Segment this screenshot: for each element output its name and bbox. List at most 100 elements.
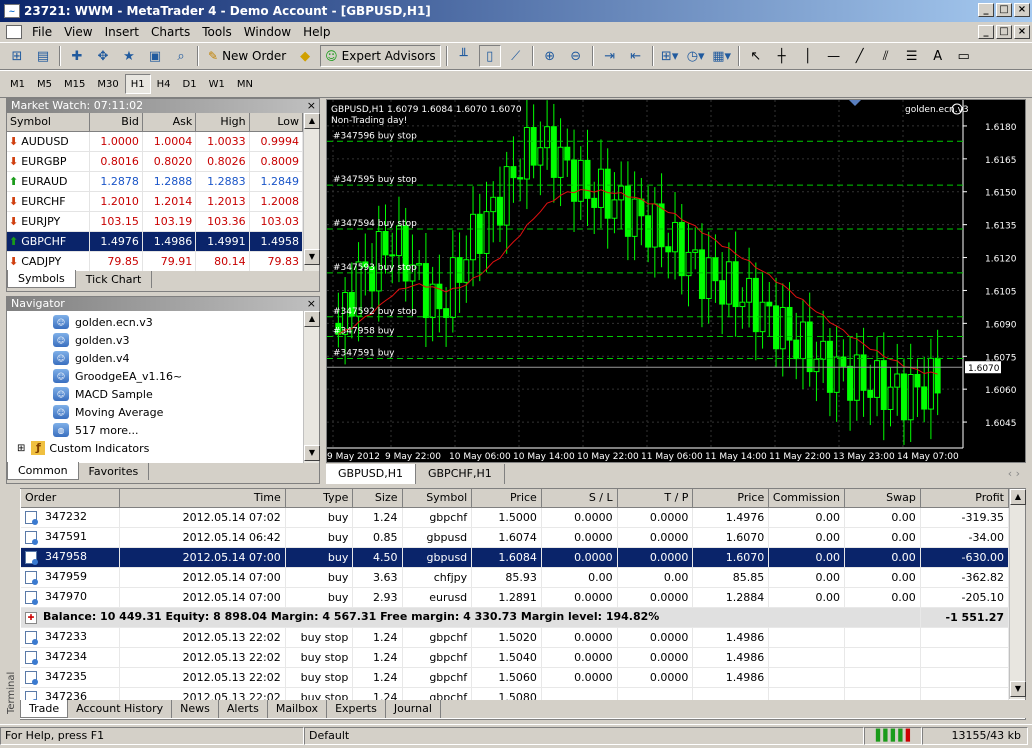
trade-row[interactable]: 347232 2012.05.14 07:02 buy 1.24 gbpchf 1.500… xyxy=(21,507,1010,528)
tab-scroll-arrows-icon[interactable]: ‹ › xyxy=(1002,464,1026,484)
tab-chart-gbpusd[interactable]: GBPUSD,H1 xyxy=(326,464,416,484)
tab-journal[interactable]: Journal xyxy=(386,700,441,718)
market-watch-row[interactable]: ⬇ EURCHF 1.2010 1.2014 1.2013 1.2008 xyxy=(7,191,304,212)
market-watch-scrollbar[interactable]: ▲ ▼ xyxy=(303,113,320,271)
tab-favorites[interactable]: Favorites xyxy=(79,463,150,480)
menu-window[interactable]: Window xyxy=(238,25,297,39)
trade-row[interactable]: 347959 2012.05.14 07:00 buy 3.63 chfjpy 85.93… xyxy=(21,567,1010,588)
column-header[interactable]: Size xyxy=(352,489,403,508)
metaeditor-icon[interactable]: ◆ xyxy=(294,45,316,67)
timeframe-m15[interactable]: M15 xyxy=(58,74,91,94)
navigator-item[interactable]: ☺ Moving Average xyxy=(7,403,303,421)
column-header[interactable]: Low xyxy=(249,113,304,132)
expert-advisors-button[interactable]: ☺ Expert Advisors xyxy=(320,45,441,67)
column-header[interactable]: Profit xyxy=(920,489,1010,508)
tab-common[interactable]: Common xyxy=(7,462,79,480)
navigator-icon[interactable]: ★ xyxy=(118,45,140,67)
terminal-icon[interactable]: ▣ xyxy=(144,45,166,67)
tab-mailbox[interactable]: Mailbox xyxy=(268,700,328,718)
timeframe-d1[interactable]: D1 xyxy=(177,74,203,94)
column-header[interactable]: Price xyxy=(692,489,770,508)
navigator-item[interactable]: ☺ golden.v3 xyxy=(7,331,303,349)
navigator-item[interactable]: ☺ MACD Sample xyxy=(7,385,303,403)
menu-insert[interactable]: Insert xyxy=(99,25,145,39)
trendline-icon[interactable]: ╱ xyxy=(849,45,871,67)
navigator-custom-indicators[interactable]: ⊞ ƒ Custom Indicators xyxy=(7,439,303,457)
trade-row[interactable]: 347958 2012.05.14 07:00 buy 4.50 gbpusd 1.608… xyxy=(21,547,1010,568)
menu-charts[interactable]: Charts xyxy=(145,25,196,39)
menu-help[interactable]: Help xyxy=(297,25,336,39)
column-header[interactable]: Bid xyxy=(89,113,143,132)
market-watch-row[interactable]: ⬇ EURJPY 103.15 103.19 103.36 103.03 xyxy=(7,211,304,232)
market-watch-row[interactable]: ⬆ EURAUD 1.2878 1.2888 1.2883 1.2849 xyxy=(7,171,304,192)
scroll-up-icon[interactable]: ▲ xyxy=(1010,489,1026,505)
mdi-close-button[interactable]: × xyxy=(1014,25,1030,39)
expand-icon[interactable]: ⊞ xyxy=(17,443,25,454)
trade-row[interactable]: 347970 2012.05.14 07:00 buy 2.93 eurusd 1.289… xyxy=(21,587,1010,608)
column-header[interactable]: Swap xyxy=(844,489,921,508)
tab-news[interactable]: News xyxy=(172,700,219,718)
terminal-scrollbar[interactable]: ▲ ▼ xyxy=(1009,489,1026,699)
line-chart-icon[interactable]: ⟋ xyxy=(505,45,527,67)
tab-experts[interactable]: Experts xyxy=(327,700,386,718)
scroll-up-icon[interactable]: ▲ xyxy=(304,113,320,129)
mdi-minimize-button[interactable]: _ xyxy=(978,25,994,39)
market-watch-row[interactable]: ⬇ CADJPY 79.85 79.91 80.14 79.83 xyxy=(7,251,304,272)
indicators-icon[interactable]: ⊞▾ xyxy=(659,45,681,67)
timeframe-mn[interactable]: MN xyxy=(231,74,259,94)
close-icon[interactable]: × xyxy=(307,297,316,311)
profiles-icon[interactable]: ▤ xyxy=(32,45,54,67)
templates-icon[interactable]: ▦▾ xyxy=(711,45,733,67)
column-header[interactable]: Commission xyxy=(768,489,846,508)
minimize-button[interactable]: _ xyxy=(978,3,994,17)
column-header[interactable]: Ask xyxy=(142,113,197,132)
cursor-icon[interactable]: ↖ xyxy=(745,45,767,67)
market-watch-row[interactable]: ⬆ GBPCHF 1.4976 1.4986 1.4991 1.4958 xyxy=(7,231,304,252)
price-chart[interactable]: 1.6180 1.6165 1.6150 1.6135 1.6120 1.6105 1.60… xyxy=(327,100,1025,462)
trade-row[interactable]: 347235 2012.05.13 22:02 buy stop 1.24 gbpchf… xyxy=(21,667,1010,688)
tab-chart-gbpchf[interactable]: GBPCHF,H1 xyxy=(416,464,505,484)
market-watch-icon[interactable]: ✚ xyxy=(66,45,88,67)
menu-view[interactable]: View xyxy=(58,25,98,39)
bar-chart-icon[interactable]: ╨ xyxy=(453,45,475,67)
navigator-item[interactable]: ◍ 517 more... xyxy=(7,421,303,439)
timeframe-m5[interactable]: M5 xyxy=(31,74,58,94)
candlestick-icon[interactable]: ▯ xyxy=(478,45,501,67)
navigator-item[interactable]: ☺ golden.ecn.v3 xyxy=(7,313,303,331)
trade-row[interactable]: 347234 2012.05.13 22:02 buy stop 1.24 gbpchf… xyxy=(21,647,1010,668)
equidistant-channel-icon[interactable]: ⫽ xyxy=(875,45,897,67)
column-header[interactable]: Time xyxy=(119,489,286,508)
text-icon[interactable]: A xyxy=(927,45,949,67)
column-header[interactable]: Price xyxy=(471,489,542,508)
scroll-down-icon[interactable]: ▼ xyxy=(304,249,320,265)
timeframe-m1[interactable]: M1 xyxy=(4,74,31,94)
close-button[interactable]: × xyxy=(1014,3,1030,17)
maximize-button[interactable]: □ xyxy=(996,3,1012,17)
new-order-button[interactable]: ✎ New Order xyxy=(204,45,290,67)
crosshair-icon[interactable]: ┼ xyxy=(771,45,793,67)
timeframe-w1[interactable]: W1 xyxy=(203,74,231,94)
tab-symbols[interactable]: Symbols xyxy=(7,270,76,288)
tab-account-history[interactable]: Account History xyxy=(68,700,173,718)
market-watch-row[interactable]: ⬇ EURGBP 0.8016 0.8020 0.8026 0.8009 xyxy=(7,151,304,172)
menu-tools[interactable]: Tools xyxy=(196,25,238,39)
timeframe-h1[interactable]: H1 xyxy=(124,74,151,94)
column-header[interactable]: Order xyxy=(21,489,120,508)
scroll-down-icon[interactable]: ▼ xyxy=(304,445,320,461)
mdi-restore-button[interactable]: □ xyxy=(996,25,1012,39)
text-label-icon[interactable]: ▭ xyxy=(953,45,975,67)
tab-alerts[interactable]: Alerts xyxy=(219,700,268,718)
timeframe-m30[interactable]: M30 xyxy=(91,74,124,94)
periods-icon[interactable]: ◷▾ xyxy=(685,45,707,67)
column-header[interactable]: High xyxy=(195,113,250,132)
column-header[interactable]: Symbol xyxy=(7,113,90,132)
strategy-tester-icon[interactable]: ⌕ xyxy=(170,45,192,67)
scroll-up-icon[interactable]: ▲ xyxy=(304,311,320,327)
horizontal-line-icon[interactable]: — xyxy=(823,45,845,67)
column-header[interactable]: Symbol xyxy=(402,489,473,508)
timeframe-h4[interactable]: H4 xyxy=(151,74,177,94)
column-header[interactable]: Type xyxy=(285,489,354,508)
data-window-icon[interactable]: ✥ xyxy=(92,45,114,67)
close-icon[interactable]: × xyxy=(307,99,316,113)
zoom-out-icon[interactable]: ⊖ xyxy=(565,45,587,67)
